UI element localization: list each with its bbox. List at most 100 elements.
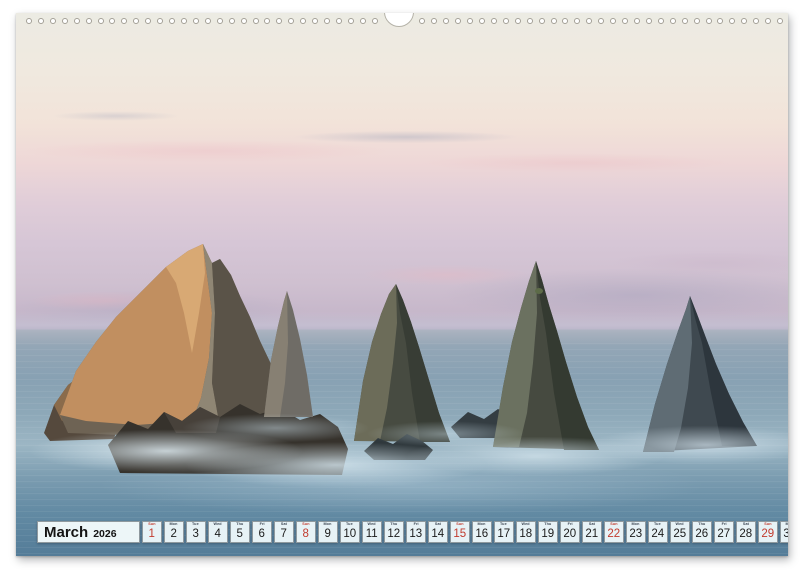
- binding-hole: [229, 18, 235, 24]
- binding-hole: [348, 18, 354, 24]
- binding-hole: [336, 18, 342, 24]
- day-cell: Wed 4: [208, 521, 229, 543]
- day-cell: Sat 7: [274, 521, 295, 543]
- binding-hole: [74, 18, 80, 24]
- date-strip: March 2026 Sun1Mon2Tue3Wed4Thu5Fri6Sat7S…: [37, 521, 788, 543]
- day-number: 15: [453, 529, 466, 540]
- day-cell: Sat 14: [428, 521, 449, 543]
- weekday-label: Fri: [721, 523, 726, 526]
- binding-hole: [551, 18, 557, 24]
- day-cell: Sun 8: [296, 521, 317, 543]
- day-cell: Wed11: [362, 521, 383, 543]
- weekday-label: Mon: [632, 523, 640, 526]
- day-cell: Tue 24: [648, 521, 669, 543]
- binding-hole: [360, 18, 366, 24]
- day-number: 27: [717, 529, 730, 540]
- day-cell: Sun 29: [758, 521, 779, 543]
- weekday-label: Sun: [764, 523, 771, 526]
- binding-hole: [241, 18, 247, 24]
- day-number: 19: [541, 529, 554, 540]
- weekday-label: Fri: [567, 523, 572, 526]
- binding-hole: [706, 18, 712, 24]
- day-number: 4: [215, 529, 221, 540]
- day-cell: Thu 19: [538, 521, 559, 543]
- binding-hole: [169, 18, 175, 24]
- day-number: 14: [431, 529, 444, 540]
- day-cell: Wed25: [670, 521, 691, 543]
- weekday-label: Sat: [435, 523, 441, 526]
- binding-hole: [646, 18, 652, 24]
- day-cell: Tue 17: [494, 521, 515, 543]
- day-cell: Sun 1: [142, 521, 163, 543]
- weekday-label: Mon: [478, 523, 486, 526]
- day-cell: Mon 16: [472, 521, 493, 543]
- binding-hole: [503, 18, 509, 24]
- weekday-label: Tue: [192, 523, 199, 526]
- day-cell: Sun 22: [604, 521, 625, 543]
- calendar-page: March 2026 Sun1Mon2Tue3Wed4Thu5Fri6Sat7S…: [16, 13, 788, 556]
- day-cell: Thu12: [384, 521, 405, 543]
- weekday-label: Sun: [610, 523, 617, 526]
- binding-hole: [98, 18, 104, 24]
- day-number: 3: [193, 529, 199, 540]
- binding-hole: [26, 18, 32, 24]
- binding-hole: [50, 18, 56, 24]
- weekday-label: Mon: [170, 523, 178, 526]
- weekday-label: Sun: [148, 523, 155, 526]
- binding-hole: [38, 18, 44, 24]
- binding-hole: [622, 18, 628, 24]
- day-number: 26: [695, 529, 708, 540]
- binding-hole: [205, 18, 211, 24]
- weekday-label: Tue: [500, 523, 507, 526]
- day-number: 7: [281, 529, 287, 540]
- binding-hole: [491, 18, 497, 24]
- day-number: 8: [303, 529, 309, 540]
- binding-hole: [527, 18, 533, 24]
- day-cell: Thu26: [692, 521, 713, 543]
- weekday-label: Sun: [302, 523, 309, 526]
- day-number: 10: [343, 529, 356, 540]
- weekday-label: Sat: [743, 523, 749, 526]
- weekday-label: Sun: [456, 523, 463, 526]
- weekday-label: Wed: [676, 523, 684, 526]
- binding-hole: [62, 18, 68, 24]
- day-cell: Fri6: [252, 521, 273, 543]
- weekday-label: Thu: [390, 523, 397, 526]
- day-number: 20: [563, 529, 576, 540]
- binding-hole: [634, 18, 640, 24]
- weekday-label: Wed: [214, 523, 222, 526]
- day-number: 9: [325, 529, 331, 540]
- binding-hole: [86, 18, 92, 24]
- weekday-label: Thu: [544, 523, 551, 526]
- year-label: 2026: [93, 528, 116, 540]
- day-number: 16: [475, 529, 488, 540]
- binding-hole: [694, 18, 700, 24]
- day-number: 22: [607, 529, 620, 540]
- weekday-label: Wed: [522, 523, 530, 526]
- seascape-photo: [16, 13, 788, 556]
- day-cell: Sat21: [582, 521, 603, 543]
- day-number: 6: [259, 529, 265, 540]
- day-number: 24: [651, 529, 664, 540]
- day-number: 1: [149, 529, 155, 540]
- weekday-label: Sat: [281, 523, 287, 526]
- day-number: 29: [761, 529, 774, 540]
- day-cell: Mon2: [164, 521, 185, 543]
- weekday-label: Tue: [654, 523, 661, 526]
- binding-hole: [217, 18, 223, 24]
- day-number: 18: [519, 529, 532, 540]
- binding-hole: [372, 18, 378, 24]
- weekday-label: Sat: [589, 523, 595, 526]
- day-cell: Wed 18: [516, 521, 537, 543]
- day-cell: Tue10: [340, 521, 361, 543]
- binding-hole: [253, 18, 259, 24]
- binding-hole: [777, 18, 783, 24]
- day-cell: Sun 15: [450, 521, 471, 543]
- binding-hole: [324, 18, 330, 24]
- binding-hole: [658, 18, 664, 24]
- binding-hole: [181, 18, 187, 24]
- day-number: 17: [497, 529, 510, 540]
- binding-hole: [515, 18, 521, 24]
- day-cell: Mon30: [780, 521, 789, 543]
- day-cells: Sun1Mon2Tue3Wed4Thu5Fri6Sat7Sun8Mon9Tue1…: [142, 521, 789, 543]
